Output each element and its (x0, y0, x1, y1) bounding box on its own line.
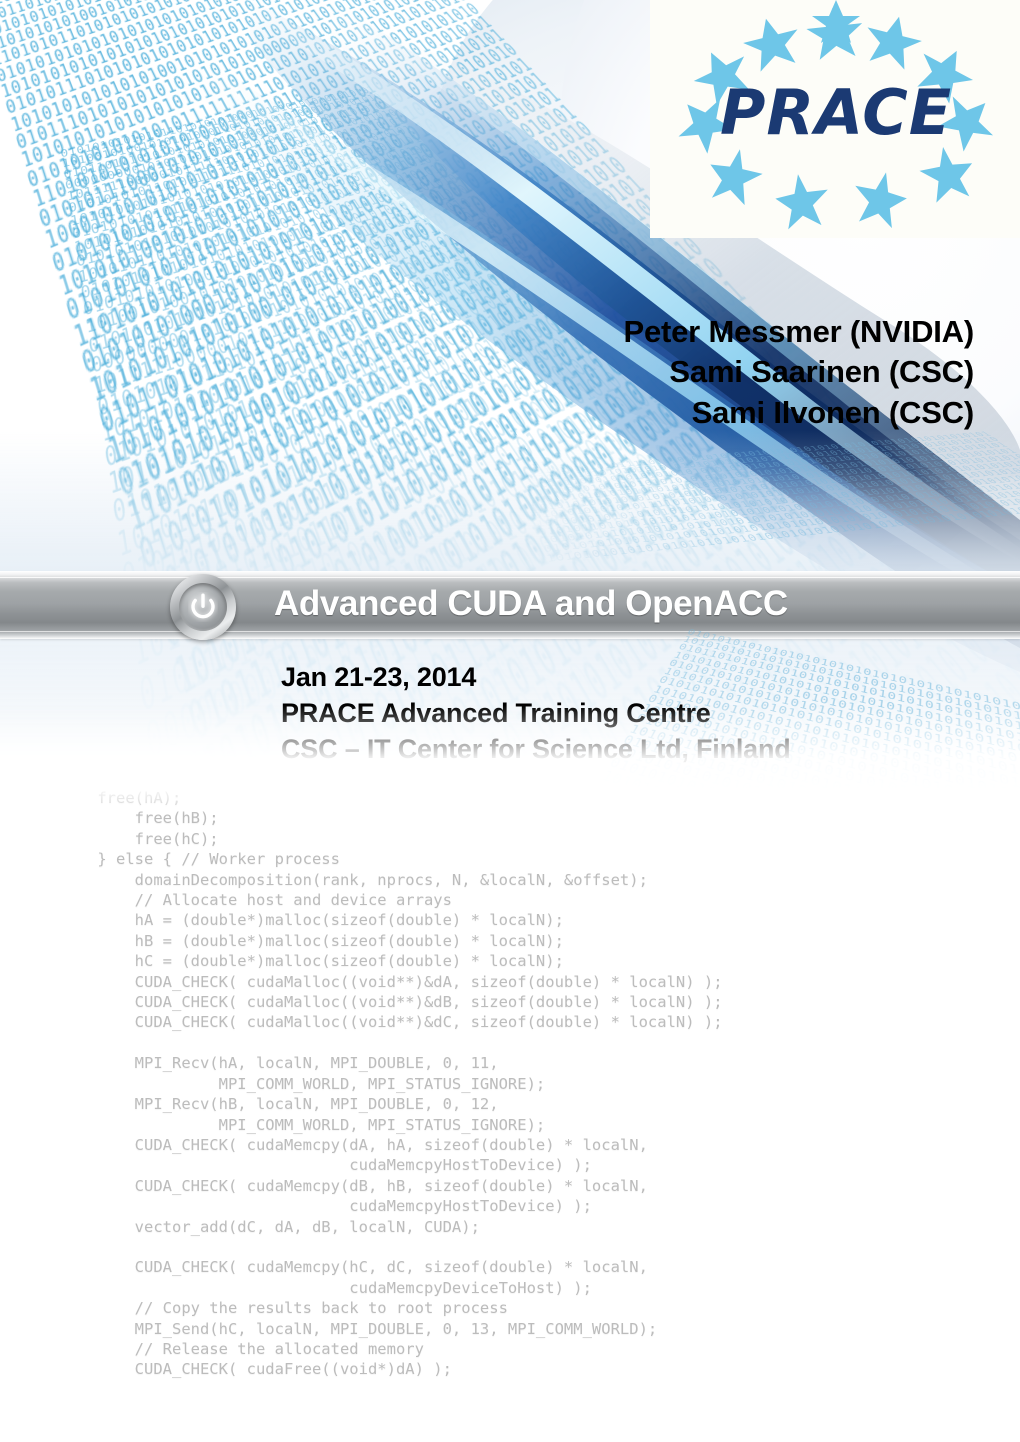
author-name: Sami Ilvonen (CSC) (691, 394, 975, 430)
event-details: Jan 21-23, 2014 PRACE Advanced Training … (281, 660, 791, 768)
code-listing-section: free(hA); free(hB); free(hC); } else { /… (0, 788, 1020, 1442)
event-dates: Jan 21-23, 2014 (281, 662, 477, 692)
prace-wordmark: PRACE (720, 76, 952, 149)
author-name: Sami Saarinen (CSC) (669, 354, 974, 390)
binary-digits-band: 0101010101010111101010101010101010101010… (519, 430, 1020, 564)
event-venue: CSC – IT Center for Science Ltd, Finland (281, 733, 791, 764)
power-button-icon (170, 574, 236, 640)
prace-logo: PRACE (650, 0, 1020, 238)
page-title: Advanced CUDA and OpenACC (274, 584, 788, 624)
title-banner: Advanced CUDA and OpenACC (0, 571, 1020, 639)
author-list: Peter Messmer (NVIDIA) Sami Saarinen (CS… (624, 312, 975, 433)
event-organizer: PRACE Advanced Training Centre (281, 697, 711, 728)
author-name: Peter Messmer (NVIDIA) (623, 314, 975, 349)
code-listing: free(hA); free(hB); free(hC); } else { /… (97, 789, 723, 1379)
cover-hero: 0101010100010101010101010101010101010101… (0, 0, 1020, 795)
